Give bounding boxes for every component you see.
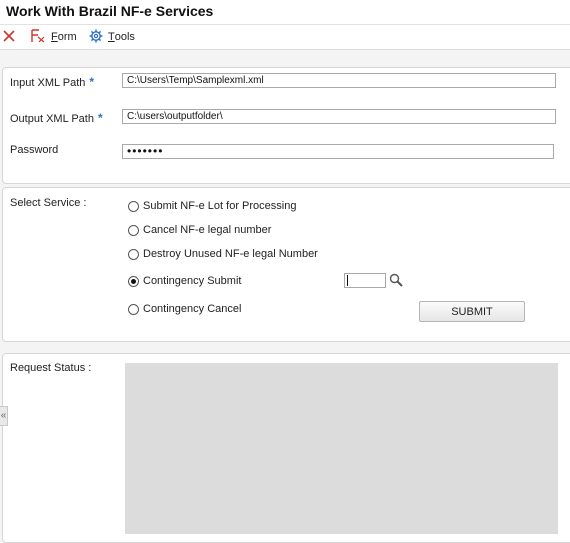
page-title: Work With Brazil NF-e Services <box>6 3 214 19</box>
form-label: orm <box>57 31 77 43</box>
radio-button[interactable] <box>128 303 139 315</box>
request-status-output <box>125 363 558 534</box>
option-submit-lot[interactable]: Submit NF-e Lot for Processing <box>128 200 296 212</box>
required-indicator: * <box>97 111 103 125</box>
option-contingency-cancel[interactable]: Contingency Cancel <box>128 303 241 315</box>
text-cursor <box>347 274 348 286</box>
option-destroy-unused-number[interactable]: Destroy Unused NF-e legal Number <box>128 248 318 260</box>
form-label-accel: F <box>51 31 58 43</box>
form-icon <box>30 28 46 46</box>
submit-button[interactable]: SUBMIT <box>419 301 525 322</box>
option-label: Contingency Submit <box>143 275 242 287</box>
tools-label-accel: T <box>108 31 115 43</box>
password-field[interactable]: ••••••• <box>122 144 554 159</box>
option-contingency-submit[interactable]: Contingency Submit <box>128 275 241 287</box>
toolbar: Form Tools <box>0 25 570 50</box>
close-button[interactable] <box>2 29 16 45</box>
option-cancel-legal-number[interactable]: Cancel NF-e legal number <box>128 224 271 236</box>
tools-label: ools <box>114 31 135 43</box>
collapse-panel-toggle[interactable]: « <box>0 406 8 426</box>
contingency-code-field[interactable] <box>344 273 386 288</box>
tools-menu-button[interactable]: Tools <box>89 29 135 45</box>
radio-button[interactable] <box>128 224 139 236</box>
radio-button[interactable] <box>128 248 139 260</box>
request-status-label: Request Status : <box>10 362 92 374</box>
radio-button-selected[interactable] <box>128 275 139 287</box>
output-xml-label: Output XML Path * <box>10 111 103 125</box>
output-xml-path-field[interactable]: C:\users\outputfolder\ <box>122 109 556 124</box>
option-label: Contingency Cancel <box>143 303 242 315</box>
output-xml-label-text: Output XML Path <box>10 113 94 125</box>
form-menu-button[interactable]: Form <box>30 28 77 46</box>
input-xml-path-field[interactable]: C:\Users\Temp\Samplexml.xml <box>122 73 556 88</box>
option-label: Submit NF-e Lot for Processing <box>143 200 297 212</box>
search-icon[interactable] <box>389 273 403 290</box>
option-label: Cancel NF-e legal number <box>143 224 272 236</box>
password-label: Password <box>10 144 59 156</box>
input-xml-label-text: Input XML Path <box>10 77 86 89</box>
close-icon <box>2 29 16 46</box>
option-label: Destroy Unused NF-e legal Number <box>143 248 318 260</box>
input-xml-label: Input XML Path * <box>10 75 94 89</box>
required-indicator: * <box>89 75 95 89</box>
title-bar: Work With Brazil NF-e Services <box>0 0 570 25</box>
gear-icon <box>89 29 103 46</box>
radio-button[interactable] <box>128 200 139 212</box>
select-service-label: Select Service : <box>10 197 87 209</box>
